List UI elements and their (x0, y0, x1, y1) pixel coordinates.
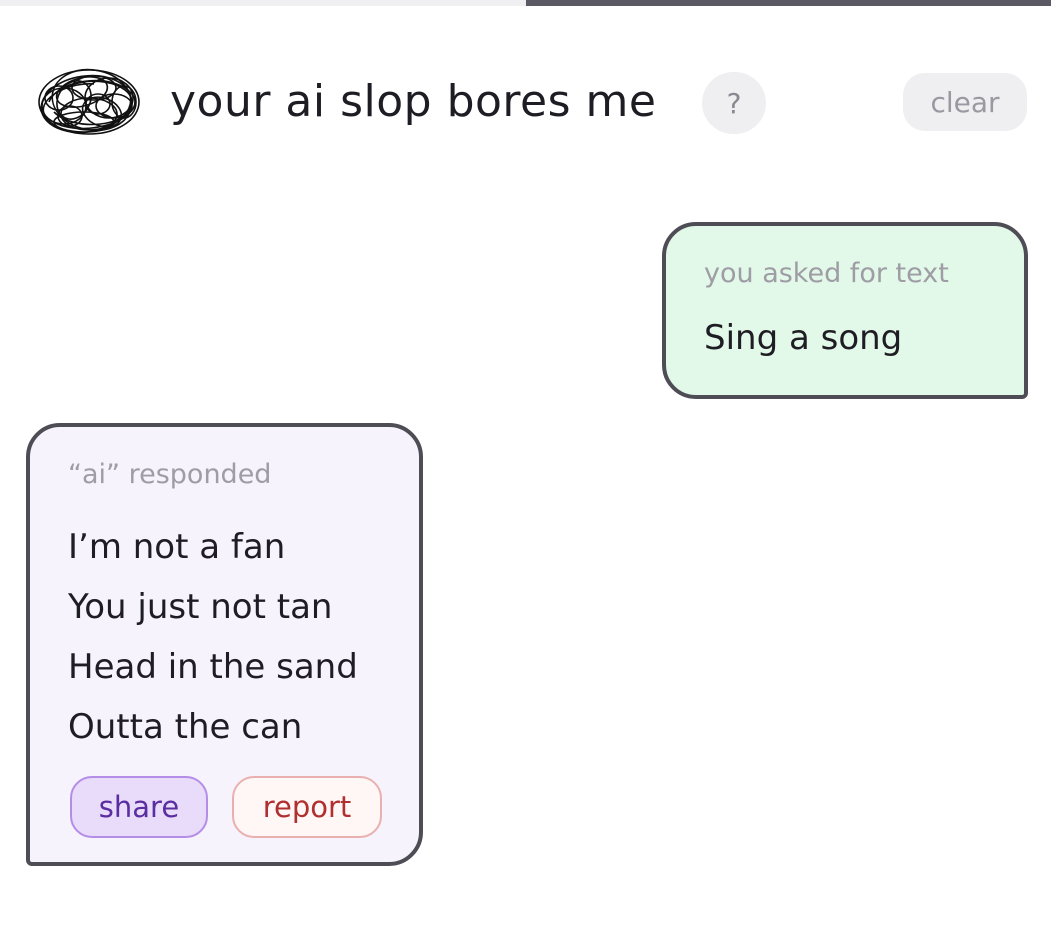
ai-message-line: I’m not a fan (68, 527, 286, 567)
ai-message-line: Outta the can (68, 707, 303, 747)
ai-message-caption: “ai” responded (68, 459, 272, 490)
progress-fill (526, 0, 1051, 6)
ai-message-line: Head in the sand (68, 647, 358, 687)
share-button[interactable]: share (70, 776, 208, 838)
ai-message-bubble: “ai” responded I’m not a fan You just no… (26, 423, 423, 866)
ai-message-lines: I’m not a fan You just not tan Head in t… (68, 517, 358, 757)
clear-button[interactable]: clear (903, 73, 1027, 131)
user-message-caption: you asked for text (704, 258, 949, 289)
scribble-logo-icon (34, 62, 144, 144)
app-title: your ai slop bores me (170, 76, 657, 127)
report-button[interactable]: report (232, 776, 382, 838)
ai-message-line: You just not tan (68, 587, 333, 627)
progress-bar (0, 0, 1051, 6)
user-message-text: Sing a song (704, 318, 903, 358)
user-message-bubble: you asked for text Sing a song (662, 222, 1028, 399)
help-button[interactable]: ? (702, 72, 766, 134)
progress-track (0, 0, 526, 6)
